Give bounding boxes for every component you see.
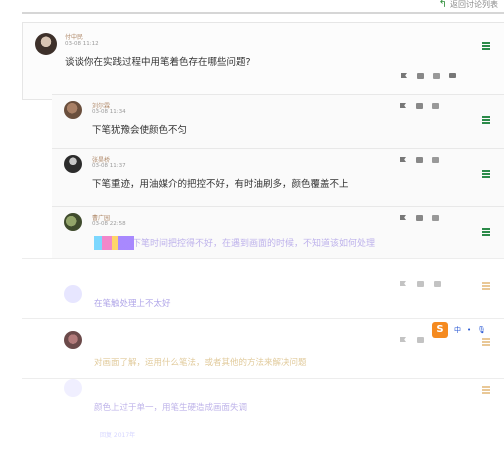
post-actions: [401, 73, 457, 81]
reply-content: 颜色上过于单一，用笔生硬造成画面失调: [94, 403, 248, 413]
flag-icon: [400, 103, 408, 111]
reply-menu-button[interactable]: [482, 169, 490, 179]
avatar[interactable]: [64, 155, 82, 173]
like-button[interactable]: [416, 103, 424, 111]
report-button[interactable]: [400, 103, 408, 111]
comment-button[interactable]: [449, 73, 457, 81]
faded-replies: 在笔触处理上不太好 对画面了解，运用什么笔法，或者其他的方法来解决问题 颜色上过…: [22, 258, 504, 445]
menu-icon: [482, 338, 490, 340]
reply-item: 刘尔霖 03-08 11:34 下笔犹豫会使颜色不匀: [52, 94, 504, 149]
reply-item: 颜色上过于单一，用笔生硬造成画面失调: [22, 378, 504, 449]
reply-actions: [400, 281, 441, 288]
avatar[interactable]: [64, 379, 82, 397]
rendering-glitch: [94, 236, 134, 250]
avatar[interactable]: [64, 285, 82, 303]
back-arrow-icon: ↰: [438, 0, 447, 10]
reply-content: 下笔时间把控得不好，在遇到画面的时候，不知道该如何处理: [132, 239, 376, 249]
avatar[interactable]: [35, 33, 57, 55]
flag-icon: [400, 215, 408, 223]
thumbs-up-icon: [416, 215, 424, 223]
author-name[interactable]: 付中民: [65, 32, 83, 41]
reply-item: 在笔触处理上不太好: [22, 258, 504, 319]
report-button[interactable]: [400, 215, 408, 223]
reply-content: 下笔重迹，用油媒介的把控不好，有时油刷多，颜色覆盖不上: [92, 179, 349, 190]
reply-timestamp: 03-08 11:34: [92, 109, 126, 115]
reply-actions: [400, 103, 440, 111]
menu-icon: [482, 228, 490, 230]
avatar[interactable]: [64, 331, 82, 349]
input-method-toolbar[interactable]: S 中 • 🎙: [432, 322, 486, 338]
ime-dot-icon: •: [467, 326, 472, 334]
thumbs-down-icon[interactable]: [434, 281, 441, 288]
like-button[interactable]: [417, 73, 425, 81]
post-timestamp: 03-08 11:12: [65, 41, 99, 47]
flag-icon[interactable]: [400, 281, 407, 288]
thumbs-down-icon: [432, 215, 440, 223]
flag-icon: [400, 157, 408, 165]
thumbs-up-icon[interactable]: [417, 337, 424, 344]
menu-icon: [482, 386, 490, 388]
thumbs-up-icon[interactable]: [417, 281, 424, 288]
reply-menu-button[interactable]: [482, 227, 490, 237]
menu-icon: [482, 170, 490, 172]
reply-actions: [400, 337, 424, 344]
reply-timestamp: 03-08 22:58: [92, 221, 126, 227]
dislike-button[interactable]: [432, 103, 440, 111]
reply-content: 在笔触处理上不太好: [94, 299, 171, 309]
dislike-button[interactable]: [432, 215, 440, 223]
post-menu-button[interactable]: [482, 41, 490, 51]
back-link-label: 返回讨论列表: [450, 0, 498, 9]
reply-menu-button[interactable]: [482, 385, 490, 395]
report-button[interactable]: [401, 73, 409, 81]
thumbs-up-icon: [417, 73, 425, 81]
report-button[interactable]: [400, 157, 408, 165]
reply-content: 下笔犹豫会使颜色不匀: [92, 125, 188, 136]
reply-menu-button[interactable]: [482, 337, 490, 347]
flag-icon[interactable]: [400, 337, 407, 344]
reply-menu-button[interactable]: [482, 281, 490, 291]
post-content: 谈谈你在实践过程中用笔着色存在哪些问题?: [65, 57, 251, 68]
reply-item: 曹广园 03-08 22:58: [52, 206, 504, 263]
menu-icon: [482, 42, 490, 44]
main-post: 付中民 03-08 11:12 谈谈你在实践过程中用笔着色存在哪些问题?: [22, 22, 504, 100]
ime-language-toggle[interactable]: 中: [454, 325, 461, 335]
like-button[interactable]: [416, 215, 424, 223]
thumbs-down-icon: [432, 157, 440, 165]
reply-actions: [400, 157, 440, 165]
thumbs-up-icon: [416, 157, 424, 165]
menu-icon: [482, 282, 490, 284]
dislike-button[interactable]: [433, 73, 441, 81]
ime-logo-icon[interactable]: S: [432, 322, 448, 338]
reply-timestamp: 03-08 11:37: [92, 163, 126, 169]
header-divider: [22, 12, 504, 14]
reply-item: 张昊桥 03-08 11:37 下笔重迹，用油媒介的把控不好，有时油刷多，颜色覆…: [52, 148, 504, 207]
back-to-discussion-link[interactable]: ↰ 返回讨论列表: [439, 0, 498, 10]
dislike-button[interactable]: [432, 157, 440, 165]
thumbs-down-icon: [432, 103, 440, 111]
reply-menu-button[interactable]: [482, 115, 490, 125]
avatar[interactable]: [64, 101, 82, 119]
thumbs-up-icon: [416, 103, 424, 111]
thumbs-down-icon: [433, 73, 441, 81]
reply-content: 对画面了解，运用什么笔法，或者其他的方法来解决问题: [94, 358, 307, 368]
like-button[interactable]: [416, 157, 424, 165]
avatar[interactable]: [64, 213, 82, 231]
reply-actions: [400, 215, 440, 223]
flag-icon: [401, 73, 409, 81]
bottom-hint: 回复 2017年: [100, 432, 136, 439]
menu-icon: [482, 116, 490, 118]
microphone-icon[interactable]: 🎙: [477, 326, 486, 334]
comment-icon: [449, 73, 457, 81]
